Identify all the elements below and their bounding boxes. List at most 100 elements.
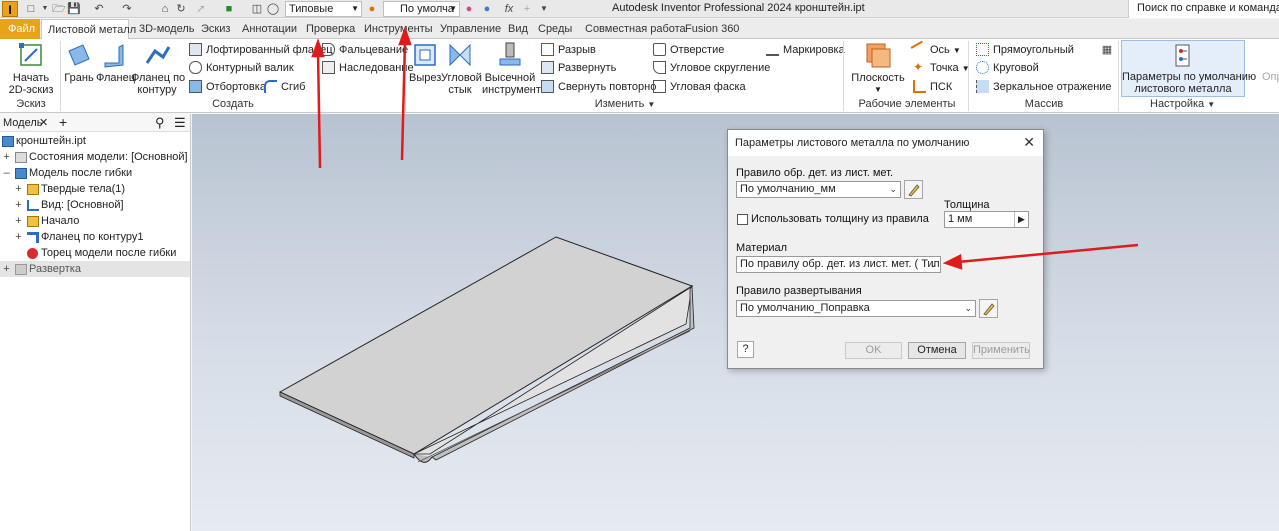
add-icon[interactable]: +: [520, 2, 534, 16]
redo-icon[interactable]: ↷: [120, 2, 134, 16]
tree-item-model-states[interactable]: + Состояния модели: [Основной]: [0, 149, 190, 165]
help-button[interactable]: ?: [737, 341, 754, 358]
circular-pattern-button[interactable]: Круговой: [976, 60, 1039, 77]
tab-inspect[interactable]: Проверка: [306, 19, 355, 39]
parameters-fx-icon[interactable]: fx: [502, 2, 516, 16]
expand-icon[interactable]: +: [2, 261, 11, 277]
appearance-dropdown[interactable]: Типовые ▼: [285, 1, 362, 17]
close-icon[interactable]: ✕: [1023, 135, 1035, 149]
open-icon[interactable]: 🗁: [52, 2, 66, 16]
cut-button[interactable]: Вырез: [409, 41, 441, 84]
measure-icon[interactable]: ◫: [250, 2, 264, 16]
contour-roll-button[interactable]: Контурный валик: [189, 60, 294, 77]
material-dropdown[interactable]: По умолча ▼: [383, 1, 460, 17]
rip-modify-button[interactable]: Разрыв: [541, 42, 596, 59]
menu-icon[interactable]: ☰: [174, 115, 186, 131]
punch-tool-button[interactable]: Высечной инструмент: [482, 41, 541, 96]
face-button[interactable]: Грань: [64, 41, 94, 84]
setup-panel-label[interactable]: Настройка ▼: [1150, 98, 1215, 112]
derive-button[interactable]: Наследование: [322, 60, 414, 77]
corner-seam-button[interactable]: Угловой стык: [441, 41, 482, 96]
thickness-field[interactable]: 1 мм ▶: [944, 211, 1029, 228]
save-icon[interactable]: 💾: [67, 2, 81, 16]
tab-tools[interactable]: Инструменты: [364, 19, 433, 39]
sheet-metal-defaults-button[interactable]: Параметры по умолчанию листового металла: [1121, 40, 1256, 97]
expand-icon[interactable]: +: [2, 149, 11, 165]
adjust-appearance-icon[interactable]: ●: [462, 2, 476, 16]
tab-environments[interactable]: Среды: [538, 19, 572, 39]
home-icon[interactable]: ⌂: [158, 2, 172, 16]
expand-icon[interactable]: +: [14, 229, 23, 245]
mirror-button[interactable]: Зеркальное отражение: [976, 79, 1112, 96]
help-search-input[interactable]: Поиск по справке и командам.: [1128, 0, 1279, 18]
point-button[interactable]: ✦ Точка ▼: [913, 60, 970, 77]
tab-file[interactable]: Файл: [0, 19, 40, 39]
tree-item-part[interactable]: кронштейн.ipt: [0, 133, 190, 149]
ucs-button[interactable]: ПСК: [913, 79, 952, 96]
tree-item-origin[interactable]: + Начало: [0, 213, 190, 229]
modify-panel-label[interactable]: Изменить ▼: [590, 98, 660, 112]
close-icon[interactable]: ✕: [39, 116, 48, 129]
use-thickness-checkbox[interactable]: [737, 214, 748, 225]
expand-icon[interactable]: +: [14, 181, 23, 197]
flange-button[interactable]: Фланец: [96, 41, 135, 84]
new-dropdown-icon[interactable]: ▼: [38, 2, 52, 16]
start-2d-sketch-button[interactable]: Начать 2D-эскиз: [8, 41, 54, 96]
arrow-right-icon[interactable]: ▶: [1014, 212, 1028, 227]
edit-unfold-rule-button[interactable]: [979, 299, 998, 318]
search-icon[interactable]: ⚲: [155, 115, 165, 131]
contour-flange-button[interactable]: Фланец по контуру: [131, 41, 185, 96]
tree-item-folded-model[interactable]: – Модель после гибки: [0, 165, 190, 181]
unfold-button[interactable]: Развернуть: [541, 60, 616, 77]
axis-button[interactable]: Ось ▼: [910, 40, 961, 59]
tree-item-end-of-folded[interactable]: Торец модели после гибки: [0, 245, 190, 261]
rip-button[interactable]: Отбортовка: [189, 79, 266, 96]
rule-dropdown[interactable]: По умолчанию_мм ⌄: [736, 181, 901, 198]
tab-sheet-metal[interactable]: Листовой металл: [41, 19, 136, 40]
cut-off-button[interactable]: Опр: [1262, 69, 1279, 86]
expand-icon[interactable]: +: [14, 213, 23, 229]
cancel-button[interactable]: Отмена: [908, 342, 966, 359]
tree-item-solid-bodies[interactable]: + Твердые тела(1): [0, 181, 190, 197]
expand-icon[interactable]: +: [14, 197, 23, 213]
collapse-icon[interactable]: –: [2, 165, 11, 181]
hem-button[interactable]: Фальцевание: [322, 42, 408, 59]
corner-round-button[interactable]: Угловое скругление: [653, 60, 770, 77]
mark-button[interactable]: Маркировка: [766, 42, 845, 59]
update-icon[interactable]: ↻: [174, 2, 188, 16]
bend-button[interactable]: Сгиб: [264, 79, 305, 96]
lofted-flange-button[interactable]: Лофтированный фланец: [189, 42, 333, 59]
edit-rule-button[interactable]: [904, 180, 923, 199]
tab-fusion360[interactable]: Fusion 360: [685, 19, 739, 39]
browser-tab-model[interactable]: Модель: [3, 117, 42, 129]
inventor-logo-icon[interactable]: I: [2, 1, 18, 17]
add-tab-icon[interactable]: +: [59, 114, 67, 130]
tab-annotate[interactable]: Аннотации: [242, 19, 297, 39]
tab-collaborate[interactable]: Совместная работа: [585, 19, 686, 39]
plane-button[interactable]: Плоскость ▼: [850, 41, 906, 96]
project-icon[interactable]: ■: [222, 2, 236, 16]
hole-button[interactable]: Отверстие: [653, 42, 724, 59]
clear-appearance-icon[interactable]: ●: [480, 2, 494, 16]
tab-3d-model[interactable]: 3D-модель: [139, 19, 194, 39]
ucs-icon[interactable]: ◯: [266, 2, 280, 16]
refold-button[interactable]: Свернуть повторно: [541, 79, 656, 96]
tree-item-contour-flange[interactable]: + Фланец по контуру1: [0, 229, 190, 245]
new-document-icon[interactable]: □: [24, 2, 38, 16]
ok-button[interactable]: OK: [845, 342, 902, 359]
corner-chamfer-button[interactable]: Угловая фаска: [653, 79, 746, 96]
tab-view[interactable]: Вид: [508, 19, 528, 39]
undo-icon[interactable]: ↶: [92, 2, 106, 16]
pattern-extra-icon[interactable]: ▦: [1100, 43, 1114, 57]
color-wheel-icon[interactable]: ●: [365, 2, 379, 16]
tree-item-view[interactable]: + Вид: [Основной]: [0, 197, 190, 213]
rectangular-pattern-button[interactable]: Прямоугольный: [976, 42, 1074, 59]
unfold-rule-dropdown[interactable]: По умолчанию_Поправка ⌄: [736, 300, 976, 317]
select-icon[interactable]: ➚: [194, 2, 208, 16]
customize-dropdown-icon[interactable]: ▼: [537, 2, 551, 16]
material-dropdown[interactable]: По правилу обр. дет. из лист. мет. ( Тип…: [736, 256, 941, 273]
tab-manage[interactable]: Управление: [440, 19, 501, 39]
tree-item-flat-pattern[interactable]: + Развертка: [0, 261, 190, 277]
tab-sketch[interactable]: Эскиз: [201, 19, 230, 39]
apply-button[interactable]: Применить: [972, 342, 1030, 359]
